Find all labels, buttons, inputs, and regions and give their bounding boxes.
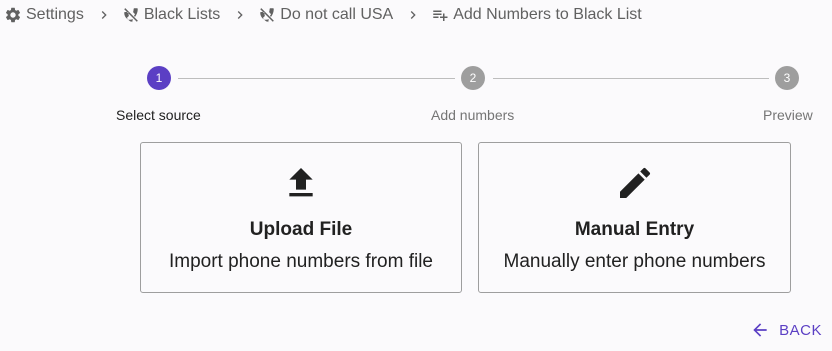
chevron-right-icon bbox=[94, 5, 114, 25]
breadcrumb-label: Settings bbox=[26, 6, 84, 23]
step-connector bbox=[178, 78, 455, 79]
breadcrumb-label: Do not call USA bbox=[280, 6, 394, 23]
card-description: Import phone numbers from file bbox=[168, 251, 433, 272]
step-2-circle: 2 bbox=[461, 66, 485, 90]
step-2-label: Add numbers bbox=[431, 107, 515, 123]
breadcrumb-label: Black Lists bbox=[143, 6, 221, 23]
card-title: Manual Entry bbox=[574, 219, 695, 240]
arrow-left-icon bbox=[750, 320, 770, 340]
step-connector bbox=[493, 78, 769, 79]
breadcrumb-label: Add Numbers to Black List bbox=[453, 6, 642, 23]
chevron-right-icon bbox=[403, 5, 423, 25]
upload-icon bbox=[281, 163, 321, 203]
pencil-icon bbox=[615, 163, 655, 203]
stepper: 1 2 3 Select source Add numbers Preview bbox=[0, 66, 832, 126]
card-description: Manually enter phone numbers bbox=[503, 251, 766, 272]
back-label: BACK bbox=[779, 321, 822, 339]
upload-file-card[interactable]: Upload File Import phone numbers from fi… bbox=[140, 142, 462, 293]
back-button[interactable]: BACK bbox=[750, 320, 822, 340]
step-3-circle: 3 bbox=[775, 66, 799, 90]
phone-disabled-icon bbox=[258, 6, 276, 24]
breadcrumb-settings[interactable]: Settings bbox=[4, 6, 84, 24]
breadcrumb-add-numbers: Add Numbers to Black List bbox=[431, 6, 642, 24]
breadcrumb: Settings Black Lists Do not call USA Add… bbox=[4, 5, 642, 25]
manual-entry-card[interactable]: Manual Entry Manually enter phone number… bbox=[478, 142, 791, 293]
playlist-add-icon bbox=[431, 6, 449, 24]
breadcrumb-do-not-call-usa[interactable]: Do not call USA bbox=[258, 6, 393, 24]
card-title: Upload File bbox=[249, 219, 353, 240]
gear-icon bbox=[4, 6, 22, 24]
step-3-label: Preview bbox=[763, 107, 813, 123]
step-1-label: Select source bbox=[116, 107, 201, 123]
breadcrumb-black-lists[interactable]: Black Lists bbox=[122, 6, 220, 24]
phone-disabled-icon bbox=[122, 6, 140, 24]
chevron-right-icon bbox=[230, 5, 250, 25]
step-1-circle[interactable]: 1 bbox=[147, 66, 171, 90]
